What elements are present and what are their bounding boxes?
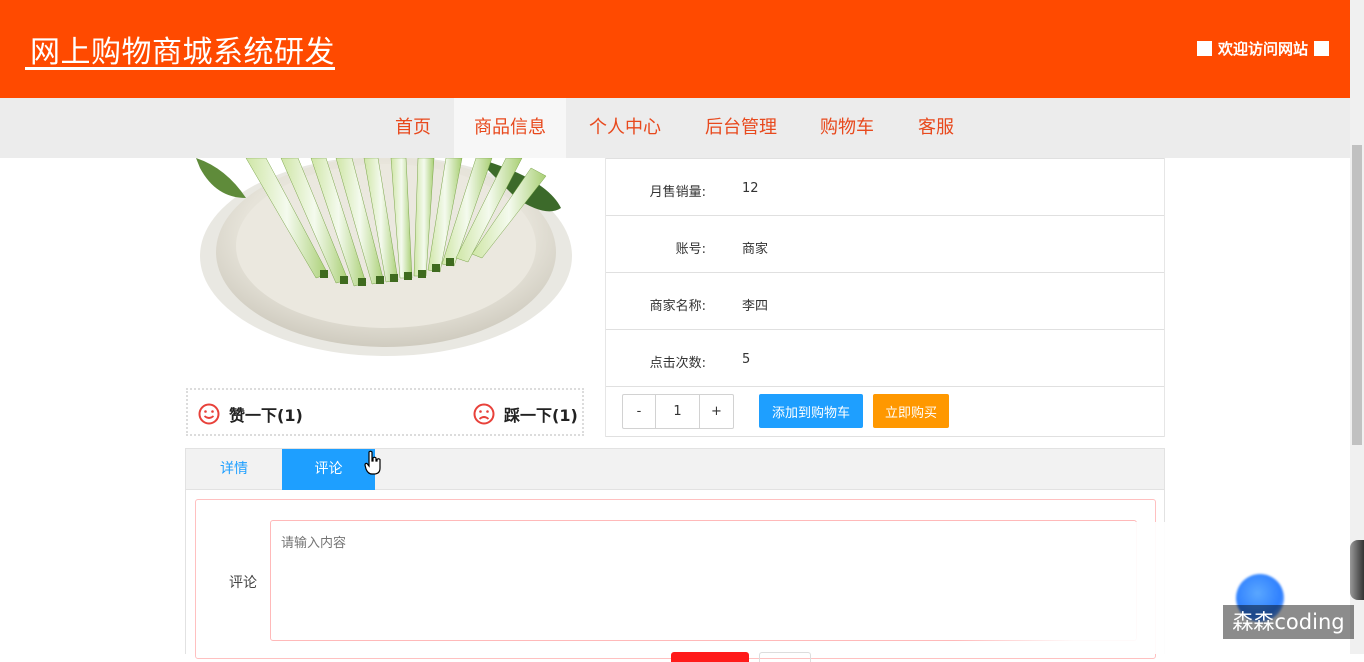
info-row-account: 账号: 商家 — [606, 216, 1164, 273]
frown-icon — [473, 403, 495, 425]
like-label: 赞一下(1) — [229, 406, 303, 425]
comment-label: 评论 — [229, 575, 257, 591]
site-title[interactable]: 网上购物商城系统研发 — [30, 27, 335, 71]
tab-details[interactable]: 详情 — [186, 449, 282, 490]
info-label: 商家名称: — [649, 299, 706, 314]
info-value: 12 — [742, 181, 759, 196]
dislike-button[interactable]: 踩一下(1) — [473, 402, 578, 426]
nav-item-admin[interactable]: 后台管理 — [692, 98, 790, 158]
product-info-table: 月售销量: 12 账号: 商家 商家名称: 李四 点击次数: 5 - 1 + 添… — [605, 158, 1165, 437]
info-row-monthly-sales: 月售销量: 12 — [606, 158, 1164, 216]
welcome-text: 欢迎访问网站 — [1217, 39, 1308, 58]
tab-comments[interactable]: 评论 — [282, 449, 375, 490]
nav-item-cart[interactable]: 购物车 — [808, 98, 886, 158]
info-label: 账号: — [675, 242, 706, 257]
info-value: 李四 — [742, 299, 769, 314]
quantity-input[interactable]: 1 — [656, 395, 700, 428]
like-button[interactable]: 赞一下(1) — [198, 402, 303, 426]
quantity-stepper: - 1 + — [622, 394, 734, 429]
welcome-banner: 欢迎访问网站 — [1196, 38, 1329, 58]
info-value: 5 — [742, 352, 751, 367]
square-icon — [1314, 40, 1329, 56]
purchase-actions: - 1 + 添加到购物车 立即购买 — [606, 387, 1164, 437]
scrollbar-thumb[interactable] — [1352, 145, 1362, 445]
tab-bar: 详情 评论 — [186, 449, 1164, 490]
nav-item-home[interactable]: 首页 — [382, 98, 444, 158]
add-to-cart-button[interactable]: 添加到购物车 — [759, 394, 863, 428]
info-row-merchant-name: 商家名称: 李四 — [606, 273, 1164, 330]
quantity-increase-button[interactable]: + — [700, 395, 733, 428]
site-header: 网上购物商城系统研发 欢迎访问网站 — [0, 0, 1350, 98]
info-row-click-count: 点击次数: 5 — [606, 330, 1164, 387]
buy-now-button[interactable]: 立即购买 — [873, 394, 949, 428]
quantity-decrease-button[interactable]: - — [623, 395, 656, 428]
info-label: 月售销量: — [649, 185, 706, 200]
nav-item-profile[interactable]: 个人中心 — [576, 98, 674, 158]
site-title-underline — [25, 67, 335, 70]
main-nav: 首页 商品信息 个人中心 后台管理 购物车 客服 — [0, 98, 1350, 158]
watermark: 森森coding — [1223, 605, 1354, 639]
dislike-label: 踩一下(1) — [504, 406, 578, 425]
hand-cursor-icon — [364, 450, 381, 475]
nav-item-service[interactable]: 客服 — [904, 98, 968, 158]
info-label: 点击次数: — [649, 356, 706, 371]
side-widget-edge — [1350, 540, 1364, 600]
smile-icon — [198, 403, 220, 425]
product-image — [186, 158, 584, 380]
nav-item-products[interactable]: 商品信息 — [454, 98, 566, 158]
square-icon — [1196, 40, 1212, 56]
vote-box: 赞一下(1) 踩一下(1) — [186, 388, 584, 436]
info-value: 商家 — [742, 242, 769, 257]
